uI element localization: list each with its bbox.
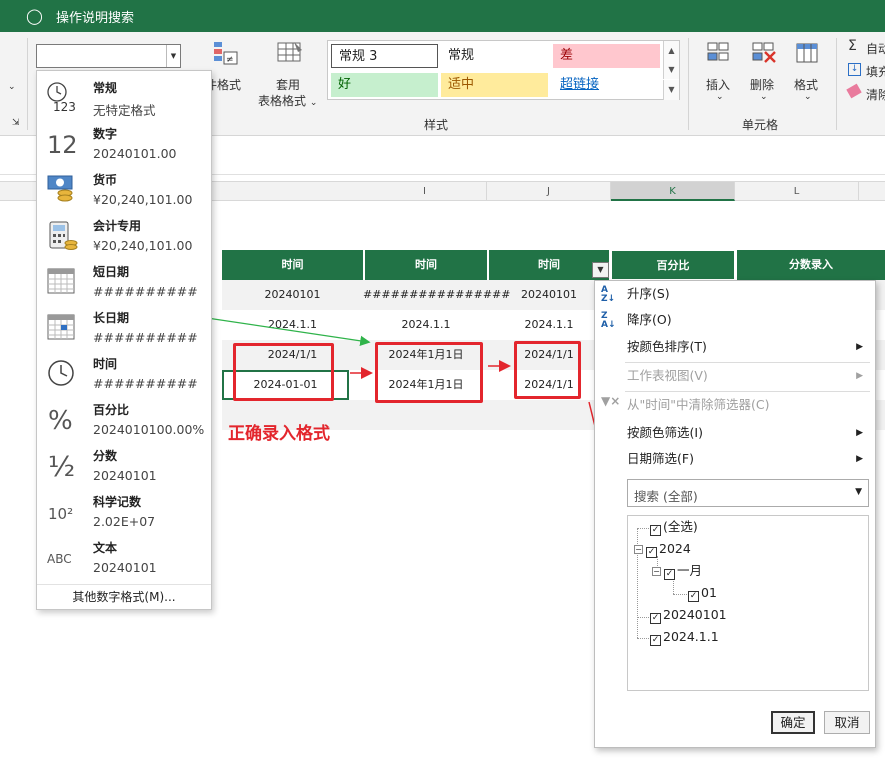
date-filter-item[interactable]: 日期筛选(F) ▶ [595, 446, 875, 472]
format-example: ########## [93, 284, 198, 299]
number-format-time[interactable]: 时间 ########## [37, 349, 211, 395]
icon-label: 123 [53, 100, 76, 113]
format-name: 时间 [93, 357, 118, 371]
sheet-view-item: 工作表视图(V) ▶ [595, 363, 875, 389]
format-example: ########## [93, 376, 198, 391]
tree-line [673, 594, 687, 595]
clear-filter-item: ▼× 从"时间"中清除筛选器(C) [601, 394, 770, 412]
format-example: ¥20,240,101.00 [93, 238, 193, 253]
clock-icon [48, 360, 74, 386]
calendar-icon [47, 268, 75, 294]
percent-icon: % [48, 406, 73, 435]
checkbox-checked-icon[interactable]: ✓ [650, 613, 661, 624]
format-example: 20240101.00 [93, 146, 177, 161]
icon-label: % [48, 406, 73, 435]
chevron-down-icon[interactable]: ▼ [166, 45, 180, 67]
more-number-formats-link[interactable]: 其他数字格式(M)... [37, 584, 211, 608]
number-format-short-date[interactable]: 短日期 ########## [37, 257, 211, 303]
format-example: 无特定格式 [93, 103, 156, 118]
format-name: 科学记数 [93, 495, 142, 509]
submenu-arrow-icon: ▶ [856, 428, 863, 438]
submenu-arrow-icon: ▶ [856, 371, 863, 381]
number-format-fraction[interactable]: ½ 分数 20240101 [37, 441, 211, 487]
tree-line [637, 617, 649, 618]
currency-icon [47, 175, 73, 202]
format-name: 短日期 [93, 265, 130, 279]
fraction-icon: ½ [48, 450, 75, 481]
tree-item-select-all[interactable]: ✓ (全选) [650, 517, 698, 537]
icon-label: 10² [48, 505, 73, 523]
format-example: ¥20,240,101.00 [93, 192, 193, 207]
tree-item-day[interactable]: ✓ 01 [688, 583, 717, 603]
number-format-percent[interactable]: % 百分比 2024010100.00% [37, 395, 211, 441]
number-format-combobox[interactable]: ▼ [36, 44, 181, 68]
scientific-icon: 10² [48, 505, 73, 523]
format-name: 文本 [93, 541, 118, 555]
checkbox-checked-icon[interactable]: ✓ [650, 635, 661, 646]
sort-za-icon: Z A↓ [601, 311, 616, 330]
autofilter-menu: A Z↓ 升序(S) Z A↓ 降序(O) 按颜色排序(T) ▶ 工作表视图(V) … [594, 280, 876, 748]
format-name: 百分比 [93, 403, 130, 417]
collapse-icon[interactable]: − [634, 545, 643, 554]
checkbox-checked-icon[interactable]: ✓ [646, 547, 657, 558]
chevron-down-icon[interactable]: ▼ [855, 487, 862, 497]
number-format-menu: 123 常规 无特定格式 12 数字 20240101.00 货币 ¥20,24… [36, 70, 212, 610]
number-format-long-date[interactable]: 长日期 ########## [37, 303, 211, 349]
tree-item-other[interactable]: ✓ 20240101 [650, 605, 727, 625]
number-format-general[interactable]: 123 常规 无特定格式 [37, 73, 211, 119]
collapse-icon[interactable]: − [652, 567, 661, 576]
format-name: 分数 [93, 449, 118, 463]
format-name: 数字 [93, 127, 118, 141]
format-name: 常规 [93, 81, 118, 95]
filter-by-color-item[interactable]: 按颜色筛选(I) ▶ [595, 420, 875, 446]
filter-search-box[interactable]: 搜索 (全部) ▼ [627, 479, 869, 507]
sort-ascending-item[interactable]: A Z↓ 升序(S) [595, 281, 875, 307]
tree-line [637, 638, 649, 639]
ok-button[interactable]: 确定 [771, 711, 815, 734]
format-name: 会计专用 [93, 219, 142, 233]
format-name: 长日期 [93, 311, 130, 325]
tree-item-other[interactable]: ✓ 2024.1.1 [650, 627, 719, 647]
checkbox-checked-icon[interactable]: ✓ [688, 591, 699, 602]
number-format-accounting[interactable]: 会计专用 ¥20,240,101.00 [37, 211, 211, 257]
sort-by-color-item[interactable]: 按颜色排序(T) ▶ [595, 334, 875, 360]
tree-item-year[interactable]: − ✓ 2024 [634, 539, 691, 559]
cancel-button[interactable]: 取消 [824, 711, 870, 734]
tree-item-month[interactable]: − ✓ 一月 [652, 561, 702, 581]
submenu-arrow-icon: ▶ [856, 454, 863, 464]
sort-descending-item[interactable]: Z A↓ 降序(O) [595, 307, 875, 333]
format-example: 20240101 [93, 560, 157, 575]
number-format-scientific[interactable]: 10² 科学记数 2.02E+07 [37, 487, 211, 533]
number-format-text[interactable]: ABC 文本 20240101 [37, 533, 211, 579]
checkbox-checked-icon[interactable]: ✓ [664, 569, 675, 580]
submenu-arrow-icon: ▶ [856, 342, 863, 352]
sort-az-icon: A Z↓ [601, 285, 616, 304]
number-format-currency[interactable]: 货币 ¥20,240,101.00 [37, 165, 211, 211]
clock-123-icon: 123 [47, 82, 76, 113]
calendar-icon [47, 314, 75, 340]
calculator-icon [49, 221, 78, 250]
format-name: 货币 [93, 173, 118, 187]
abc-icon: ABC [47, 552, 72, 566]
icon-label: 12 [47, 131, 78, 159]
format-example: 2.02E+07 [93, 514, 156, 529]
filter-value-tree: ✓ (全选) − ✓ 2024 − ✓ 一月 ✓ 01 ✓ 20240101 ✓ 2024.1.… [627, 515, 869, 691]
clear-filter-icon: ▼× [601, 394, 621, 408]
number-format-number[interactable]: 12 数字 20240101.00 [37, 119, 211, 165]
icon-label: ½ [48, 450, 75, 481]
icon-label: ABC [47, 552, 72, 566]
format-example: ########## [93, 330, 198, 345]
format-example: 20240101 [93, 468, 157, 483]
checkbox-checked-icon[interactable]: ✓ [650, 525, 661, 536]
format-example: 2024010100.00% [93, 422, 205, 437]
number-12-icon: 12 [47, 131, 78, 159]
filter-search-placeholder: 搜索 (全部) [634, 489, 698, 504]
tree-line [637, 528, 649, 529]
